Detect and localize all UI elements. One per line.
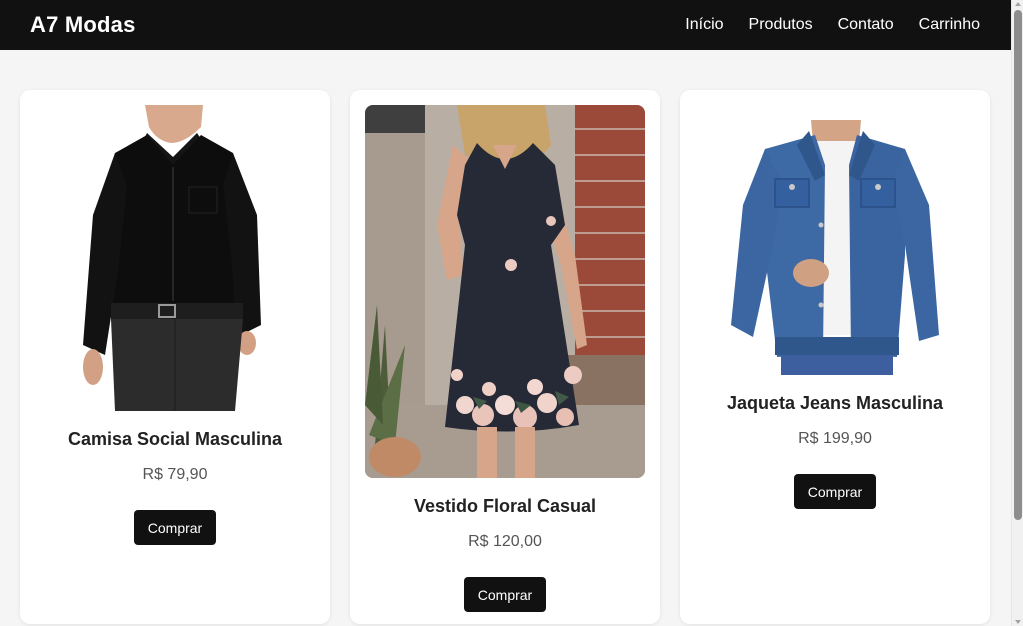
- buy-button[interactable]: Comprar: [134, 510, 216, 545]
- product-name: Jaqueta Jeans Masculina: [726, 393, 944, 413]
- page: A7 Modas Início Produtos Contato Carrinh…: [0, 0, 1023, 626]
- product-card: Camisa Social Masculina R$ 79,90 Comprar: [20, 90, 330, 624]
- product-image-dress: [365, 105, 645, 478]
- product-price: R$ 79,90: [142, 466, 208, 483]
- buy-button[interactable]: Comprar: [794, 474, 876, 509]
- vertical-scrollbar[interactable]: [1011, 0, 1023, 626]
- main-nav: Início Produtos Contato Carrinho: [685, 16, 980, 34]
- scroll-up-arrow-icon[interactable]: [1015, 2, 1021, 6]
- product-image-shirt: [75, 105, 275, 411]
- scroll-down-arrow-icon[interactable]: [1015, 620, 1021, 624]
- nav-link-produtos[interactable]: Produtos: [749, 16, 813, 34]
- product-card: Vestido Floral Casual R$ 120,00 Comprar: [350, 90, 660, 624]
- product-price: R$ 199,90: [798, 430, 872, 447]
- product-image-jacket: [725, 105, 945, 375]
- scroll-thumb[interactable]: [1014, 10, 1022, 520]
- nav-link-inicio[interactable]: Início: [685, 16, 723, 34]
- product-card: Jaqueta Jeans Masculina R$ 199,90 Compra…: [680, 90, 990, 624]
- nav-link-contato[interactable]: Contato: [838, 16, 894, 34]
- buy-button[interactable]: Comprar: [464, 577, 546, 612]
- product-name: Camisa Social Masculina: [67, 429, 283, 449]
- site-header: A7 Modas Início Produtos Contato Carrinh…: [0, 0, 1011, 50]
- site-logo[interactable]: A7 Modas: [30, 12, 136, 38]
- product-name: Vestido Floral Casual: [413, 496, 597, 516]
- nav-link-carrinho[interactable]: Carrinho: [919, 16, 980, 34]
- product-price: R$ 120,00: [468, 533, 542, 550]
